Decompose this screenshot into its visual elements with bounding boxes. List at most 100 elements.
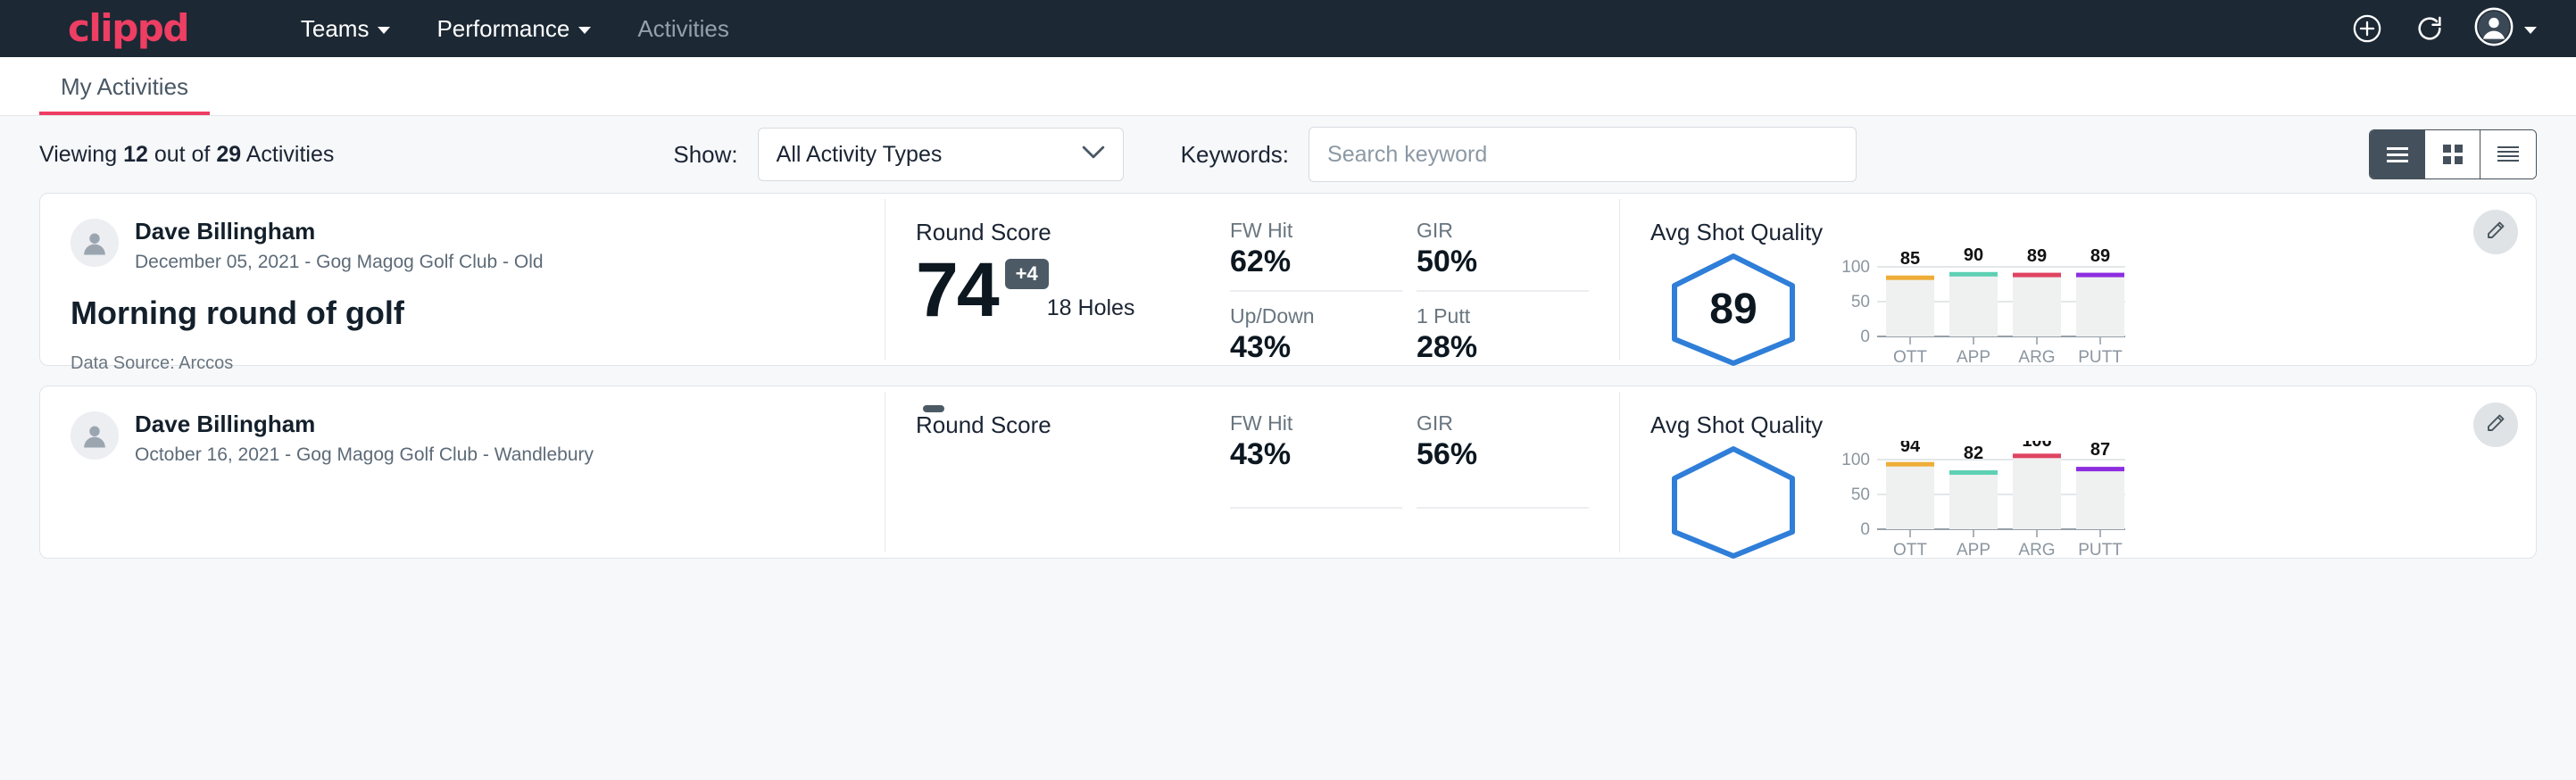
- tab-bar: My Activities: [0, 57, 2576, 116]
- account-menu[interactable]: [2474, 7, 2537, 51]
- svg-text:94: 94: [1900, 441, 1921, 456]
- avg-shot-quality-label: Avg Shot Quality: [1650, 411, 2505, 439]
- stat-up-down: Up/Down 43%: [1230, 292, 1402, 365]
- edit-activity-button[interactable]: [2473, 210, 2518, 254]
- view-mode-toggle-group: [2369, 129, 2537, 179]
- grid-view-button[interactable]: [2425, 130, 2480, 178]
- activity-meta: October 16, 2021 - Gog Magog Golf Club -…: [135, 444, 594, 466]
- activity-card[interactable]: Dave Billingham October 16, 2021 - Gog M…: [39, 386, 2537, 559]
- stat-label: FW Hit: [1230, 411, 1381, 436]
- shot-quality-bar-chart: 100 50 0 85 OTT: [1840, 248, 2134, 370]
- round-score-value: 74: [916, 252, 998, 328]
- svg-text:85: 85: [1900, 249, 1920, 269]
- stat-label: FW Hit: [1230, 219, 1381, 243]
- activities-list: Dave Billingham December 05, 2021 - Gog …: [0, 193, 2576, 780]
- activity-stats: FW Hit 62% GIR 50% Up/Down 43% 1 Putt 28…: [1200, 194, 1619, 365]
- viewing-count: 12: [123, 142, 148, 167]
- avatar: [71, 411, 119, 460]
- avatar: [71, 219, 119, 267]
- activity-stats: FW Hit 43% GIR 56%: [1200, 386, 1619, 558]
- activity-meta: December 05, 2021 - Gog Magog Golf Club …: [135, 252, 544, 273]
- viewing-total: 29: [216, 142, 241, 167]
- quality-score-value: 89: [1709, 285, 1757, 334]
- chevron-down-icon: [1082, 145, 1105, 164]
- pencil-icon: [2485, 412, 2506, 438]
- stat-label: 1 Putt: [1417, 304, 1567, 328]
- svg-text:OTT: OTT: [1893, 348, 1927, 366]
- round-score-row: 74 +4 18 Holes: [916, 252, 1200, 328]
- nav-item-activities[interactable]: Activities: [614, 0, 752, 57]
- activity-title: Morning round of golf: [71, 295, 854, 332]
- svg-text:APP: APP: [1957, 541, 1990, 559]
- stat-value: 43%: [1230, 330, 1381, 365]
- list-view-button[interactable]: [2370, 130, 2425, 178]
- show-label: Show:: [673, 141, 737, 169]
- viewing-prefix: Viewing: [39, 142, 117, 167]
- holes-count: 18 Holes: [1047, 295, 1135, 321]
- stat-label: Up/Down: [1230, 304, 1381, 328]
- shot-quality-bar-chart: 100 50 0 94 OTT: [1840, 441, 2134, 563]
- stat-value: 50%: [1417, 245, 1567, 279]
- compact-view-button[interactable]: [2480, 130, 2536, 178]
- chevron-down-icon: [2524, 27, 2537, 34]
- data-source: Data Source: Arccos: [71, 353, 854, 374]
- score-differential-badge: [923, 405, 944, 412]
- stat-value: 43%: [1230, 437, 1381, 472]
- svg-text:100: 100: [1841, 258, 1870, 277]
- account-circle-icon: [2474, 7, 2514, 51]
- stat-value: 28%: [1417, 330, 1567, 365]
- edit-activity-button[interactable]: [2473, 402, 2518, 447]
- stat-value: 62%: [1230, 245, 1381, 279]
- activity-info: Dave Billingham December 05, 2021 - Gog …: [40, 194, 885, 365]
- svg-text:90: 90: [1964, 248, 1983, 265]
- keywords-label: Keywords:: [1181, 141, 1289, 169]
- stat-label: GIR: [1417, 219, 1567, 243]
- quality-hexagon: 89: [1650, 251, 1816, 369]
- round-score-section: Round Score: [885, 386, 1200, 558]
- chevron-down-icon: [578, 27, 591, 34]
- avg-shot-quality-section: Avg Shot Quality 100 50 0: [1620, 386, 2536, 558]
- activity-type-select[interactable]: All Activity Types: [758, 128, 1124, 181]
- svg-text:50: 50: [1851, 293, 1870, 311]
- refresh-icon[interactable]: [2412, 11, 2447, 46]
- person-row: Dave Billingham December 05, 2021 - Gog …: [71, 219, 854, 273]
- svg-text:PUTT: PUTT: [2078, 348, 2123, 366]
- plus-circle-icon[interactable]: [2349, 11, 2385, 46]
- svg-text:ARG: ARG: [2018, 541, 2055, 559]
- svg-text:82: 82: [1964, 444, 1983, 463]
- search-input[interactable]: [1309, 127, 1857, 182]
- activity-type-select-value: All Activity Types: [777, 142, 943, 168]
- avg-shot-quality-label: Avg Shot Quality: [1650, 219, 2505, 246]
- person-row: Dave Billingham October 16, 2021 - Gog M…: [71, 411, 854, 466]
- round-score-section: Round Score 74 +4 18 Holes: [885, 194, 1200, 365]
- nav-item-performance[interactable]: Performance: [413, 0, 614, 57]
- nav-item-teams[interactable]: Teams: [278, 0, 414, 57]
- keywords-filter-group: Keywords:: [1181, 127, 1857, 182]
- svg-text:OTT: OTT: [1893, 541, 1927, 559]
- top-nav-actions: [2349, 7, 2537, 51]
- svg-text:89: 89: [2090, 248, 2110, 266]
- svg-text:106: 106: [2022, 441, 2051, 451]
- person-name: Dave Billingham: [135, 219, 544, 245]
- viewing-suffix: Activities: [246, 142, 335, 167]
- svg-text:50: 50: [1851, 485, 1870, 504]
- quality-hexagon: [1650, 444, 1816, 561]
- activity-info: Dave Billingham October 16, 2021 - Gog M…: [40, 386, 885, 558]
- nav-item-activities-label: Activities: [637, 0, 729, 57]
- round-score-row: [916, 444, 1200, 452]
- nav-item-performance-label: Performance: [436, 0, 569, 57]
- viewing-count-text: Viewing 12 out of 29 Activities: [39, 142, 334, 168]
- top-navigation-bar: clippd Teams Performance Activities: [0, 0, 2576, 57]
- clippd-logo[interactable]: clippd: [68, 10, 188, 47]
- show-filter-group: Show: All Activity Types: [673, 128, 1123, 181]
- avg-shot-quality-section: Avg Shot Quality 89 100 50 0: [1620, 194, 2536, 365]
- stat-gir: GIR 56%: [1417, 411, 1589, 509]
- tab-my-activities-label: My Activities: [61, 73, 188, 100]
- tab-my-activities[interactable]: My Activities: [39, 73, 210, 115]
- stat-fw-hit: FW Hit 43%: [1230, 411, 1402, 509]
- svg-text:89: 89: [2027, 248, 2047, 266]
- svg-text:APP: APP: [1957, 348, 1990, 366]
- svg-text:0: 0: [1860, 520, 1870, 539]
- svg-text:0: 0: [1860, 328, 1870, 346]
- activity-card[interactable]: Dave Billingham December 05, 2021 - Gog …: [39, 193, 2537, 366]
